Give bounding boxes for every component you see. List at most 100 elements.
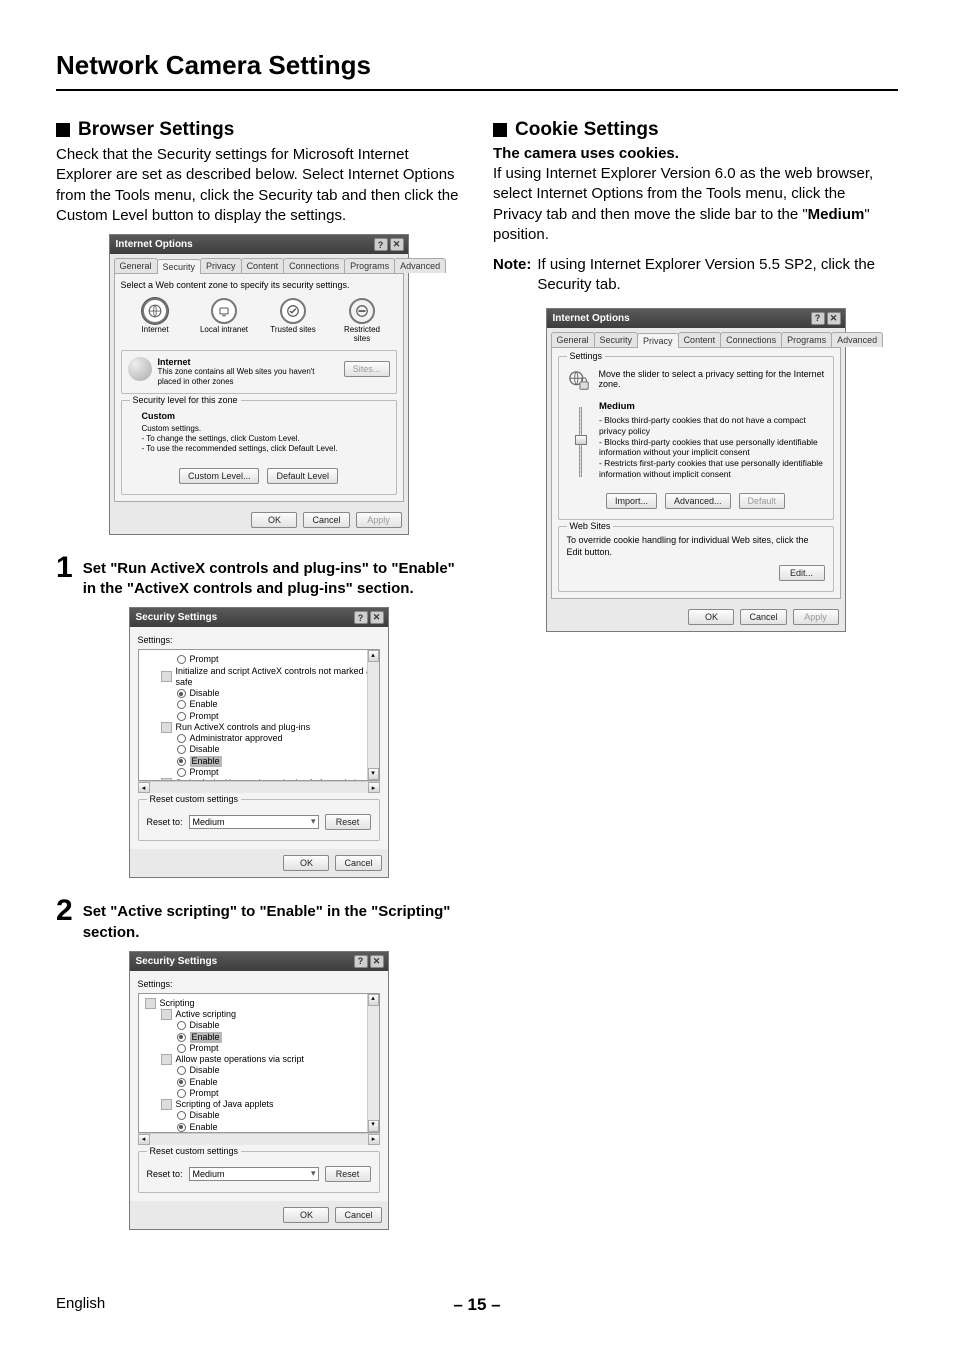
settings-label: Settings: bbox=[138, 979, 380, 989]
close-icon[interactable]: ✕ bbox=[370, 611, 384, 624]
option-prompt: Prompt bbox=[190, 1043, 219, 1054]
reset-button[interactable]: Reset bbox=[325, 814, 371, 830]
help-icon[interactable]: ? bbox=[374, 238, 388, 251]
radio-icon[interactable] bbox=[177, 1021, 186, 1030]
radio-icon[interactable] bbox=[177, 655, 186, 664]
tab-programs[interactable]: Programs bbox=[781, 332, 832, 347]
radio-icon[interactable] bbox=[177, 1123, 186, 1132]
advanced-button[interactable]: Advanced... bbox=[665, 493, 731, 509]
scroll-right-icon[interactable]: ▸ bbox=[368, 1134, 380, 1145]
tab-security[interactable]: Security bbox=[594, 332, 639, 347]
close-icon[interactable]: ✕ bbox=[370, 955, 384, 968]
ok-button[interactable]: OK bbox=[251, 512, 297, 528]
radio-icon[interactable] bbox=[177, 1044, 186, 1053]
radio-icon[interactable] bbox=[177, 757, 186, 766]
cancel-button[interactable]: Cancel bbox=[335, 855, 381, 871]
option-prompt: Prompt bbox=[190, 654, 219, 665]
dialog-button-row: OK Cancel Apply bbox=[110, 506, 408, 534]
zone-trusted-label: Trusted sites bbox=[270, 326, 316, 335]
zone-local-intranet[interactable]: Local intranet bbox=[197, 298, 251, 344]
ok-button[interactable]: OK bbox=[283, 1207, 329, 1223]
apply-button[interactable]: Apply bbox=[356, 512, 402, 528]
tab-advanced[interactable]: Advanced bbox=[831, 332, 883, 347]
tab-content[interactable]: Content bbox=[678, 332, 722, 347]
tab-connections[interactable]: Connections bbox=[720, 332, 782, 347]
ok-button[interactable]: OK bbox=[688, 609, 734, 625]
scroll-up-icon[interactable]: ▴ bbox=[368, 994, 379, 1006]
vertical-scrollbar[interactable]: ▴ ▾ bbox=[367, 994, 379, 1132]
reset-level-select[interactable]: Medium bbox=[189, 815, 319, 829]
zone-restricted-sites[interactable]: Restricted sites bbox=[335, 298, 389, 344]
radio-icon[interactable] bbox=[177, 1111, 186, 1120]
internet-options-security-dialog: Internet Options ? ✕ General Security Pr… bbox=[109, 234, 409, 535]
zone-trusted-sites[interactable]: Trusted sites bbox=[266, 298, 320, 344]
radio-icon[interactable] bbox=[177, 1078, 186, 1087]
privacy-slider[interactable] bbox=[577, 407, 585, 477]
scroll-left-icon[interactable]: ◂ bbox=[138, 1134, 150, 1145]
reset-legend: Reset custom settings bbox=[147, 1146, 242, 1156]
cancel-button[interactable]: Cancel bbox=[740, 609, 786, 625]
reset-level-select[interactable]: Medium bbox=[189, 1167, 319, 1181]
radio-icon[interactable] bbox=[177, 712, 186, 721]
tab-content[interactable]: Content bbox=[241, 258, 285, 273]
default-button[interactable]: Default bbox=[739, 493, 786, 509]
tab-connections[interactable]: Connections bbox=[283, 258, 345, 273]
reset-button[interactable]: Reset bbox=[325, 1166, 371, 1182]
horizontal-scrollbar[interactable]: ◂ ▸ bbox=[138, 781, 380, 793]
cancel-button[interactable]: Cancel bbox=[303, 512, 349, 528]
zone-internet[interactable]: Internet bbox=[128, 298, 182, 344]
ok-button[interactable]: OK bbox=[283, 855, 329, 871]
vertical-scrollbar[interactable]: ▴ ▾ bbox=[367, 650, 379, 780]
tab-security[interactable]: Security bbox=[157, 259, 202, 274]
slider-track bbox=[579, 407, 582, 477]
note-label: Note: bbox=[493, 255, 531, 296]
settings-tree[interactable]: Prompt Initialize and script ActiveX con… bbox=[138, 649, 380, 781]
note: Note: If using Internet Explorer Version… bbox=[493, 255, 898, 296]
tab-privacy[interactable]: Privacy bbox=[200, 258, 242, 273]
scroll-down-icon[interactable]: ▾ bbox=[368, 768, 379, 780]
edit-button[interactable]: Edit... bbox=[779, 565, 825, 581]
help-icon[interactable]: ? bbox=[354, 955, 368, 968]
tab-general[interactable]: General bbox=[551, 332, 595, 347]
option-enable: Enable bbox=[190, 699, 218, 710]
radio-icon[interactable] bbox=[177, 689, 186, 698]
scroll-down-icon[interactable]: ▾ bbox=[368, 1120, 379, 1132]
radio-icon[interactable] bbox=[177, 768, 186, 777]
sites-button[interactable]: Sites... bbox=[344, 361, 390, 377]
radio-icon[interactable] bbox=[177, 745, 186, 754]
radio-icon[interactable] bbox=[177, 700, 186, 709]
close-icon[interactable]: ✕ bbox=[827, 312, 841, 325]
settings-tree[interactable]: Scripting Active scripting Disable Enabl… bbox=[138, 993, 380, 1133]
custom-level-button[interactable]: Custom Level... bbox=[179, 468, 260, 484]
cookie-settings-heading: Cookie Settings bbox=[493, 119, 898, 141]
radio-icon[interactable] bbox=[177, 1066, 186, 1075]
dialog-body: Select a Web content zone to specify its… bbox=[114, 273, 404, 502]
apply-button[interactable]: Apply bbox=[793, 609, 839, 625]
group-java-scripting: Scripting of Java applets bbox=[176, 1099, 274, 1110]
help-icon[interactable]: ? bbox=[811, 312, 825, 325]
default-level-button[interactable]: Default Level bbox=[267, 468, 338, 484]
horizontal-scrollbar[interactable]: ◂ ▸ bbox=[138, 1133, 380, 1145]
settings-label: Settings: bbox=[138, 635, 380, 645]
tab-privacy[interactable]: Privacy bbox=[637, 333, 679, 348]
scroll-right-icon[interactable]: ▸ bbox=[368, 782, 380, 793]
dialog-body: Settings: Prompt Initialize and script A… bbox=[130, 627, 388, 849]
tab-programs[interactable]: Programs bbox=[344, 258, 395, 273]
slider-thumb-icon[interactable] bbox=[575, 435, 587, 445]
scroll-left-icon[interactable]: ◂ bbox=[138, 782, 150, 793]
import-button[interactable]: Import... bbox=[606, 493, 657, 509]
tab-general[interactable]: General bbox=[114, 258, 158, 273]
scroll-up-icon[interactable]: ▴ bbox=[368, 650, 379, 662]
close-icon[interactable]: ✕ bbox=[390, 238, 404, 251]
cancel-button[interactable]: Cancel bbox=[335, 1207, 381, 1223]
radio-icon[interactable] bbox=[177, 1033, 186, 1042]
step-1-text: Set "Run ActiveX controls and plug-ins" … bbox=[83, 553, 461, 600]
radio-icon[interactable] bbox=[177, 1089, 186, 1098]
tab-advanced[interactable]: Advanced bbox=[394, 258, 446, 273]
zone-local-label: Local intranet bbox=[200, 326, 248, 335]
radio-icon[interactable] bbox=[177, 734, 186, 743]
dialog-title: Internet Options bbox=[553, 313, 630, 324]
cookie-settings-intro: If using Internet Explorer Version 6.0 a… bbox=[493, 164, 898, 245]
option-disable: Disable bbox=[190, 688, 220, 699]
help-icon[interactable]: ? bbox=[354, 611, 368, 624]
